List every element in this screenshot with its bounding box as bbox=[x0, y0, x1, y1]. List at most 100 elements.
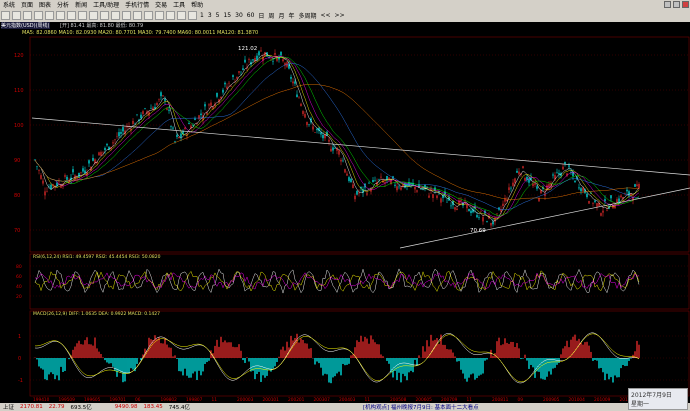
period-button-8[interactable]: 月 bbox=[278, 11, 284, 20]
rsi-line-0 bbox=[34, 268, 640, 294]
menu-item-4[interactable]: 新闻 bbox=[75, 0, 87, 9]
candle-body bbox=[256, 55, 258, 60]
toolbar-icon-11[interactable] bbox=[122, 11, 131, 20]
toolbar: 1 3 5 15 30 60 日周月年多周期 << >> bbox=[0, 9, 690, 23]
candle-body bbox=[252, 59, 254, 61]
candle-body bbox=[466, 204, 468, 209]
toolbar-icon-2[interactable] bbox=[23, 11, 32, 20]
toolbar-icon-15[interactable] bbox=[166, 11, 175, 20]
candle-body bbox=[168, 109, 170, 111]
period-button-9[interactable]: 年 bbox=[288, 11, 294, 20]
candle-body bbox=[316, 128, 318, 131]
maximize-button[interactable] bbox=[673, 1, 680, 8]
candle-body bbox=[44, 191, 46, 196]
candle-body bbox=[508, 187, 510, 191]
candle-body bbox=[564, 161, 566, 164]
candle-body bbox=[280, 51, 282, 56]
close-button[interactable] bbox=[682, 1, 689, 8]
candle-body bbox=[244, 59, 246, 63]
candle-body bbox=[328, 139, 330, 142]
candle-body bbox=[606, 210, 608, 211]
candle-body bbox=[258, 51, 260, 56]
period-button-1[interactable]: 3 bbox=[208, 12, 212, 19]
stock-chart[interactable]: 120110100908070121.0270.69RSI(6,12,24) R… bbox=[0, 31, 690, 403]
candle-body bbox=[100, 152, 102, 156]
toolbar-icon-5[interactable] bbox=[56, 11, 65, 20]
period-button-6[interactable]: 日 bbox=[258, 11, 264, 20]
instrument-title[interactable]: 美元指数(USD)(周线) bbox=[1, 22, 50, 29]
candle-body bbox=[496, 213, 498, 214]
candle-body bbox=[42, 180, 44, 184]
candle-body bbox=[450, 205, 452, 207]
menu-item-9[interactable]: 帮助 bbox=[191, 0, 203, 9]
candle-body bbox=[98, 152, 100, 156]
candle-body bbox=[180, 133, 182, 138]
toolbar-icon-17[interactable] bbox=[188, 11, 197, 20]
toolbar-icon-14[interactable] bbox=[155, 11, 164, 20]
toolbar-icon-7[interactable] bbox=[78, 11, 87, 20]
toolbar-icon-4[interactable] bbox=[45, 11, 54, 20]
candle-body bbox=[314, 132, 316, 133]
candle-body bbox=[586, 193, 588, 198]
period-button-0[interactable]: 1 bbox=[200, 12, 204, 19]
candle-body bbox=[178, 137, 180, 139]
menu-item-1[interactable]: 页面 bbox=[21, 0, 33, 9]
candle-body bbox=[446, 202, 448, 203]
toolbar-icon-13[interactable] bbox=[144, 11, 153, 20]
menu-item-2[interactable]: 图表 bbox=[39, 0, 51, 9]
candle-body bbox=[518, 171, 520, 175]
period-button-4[interactable]: 30 bbox=[235, 12, 243, 19]
candle-body bbox=[532, 183, 534, 187]
candle-body bbox=[292, 81, 294, 84]
rsi-tick-0: 80 bbox=[16, 264, 22, 270]
toolbar-icon-0[interactable] bbox=[1, 11, 10, 20]
menu-item-3[interactable]: 分析 bbox=[57, 0, 69, 9]
candle-body bbox=[562, 166, 564, 170]
toolbar-icon-1[interactable] bbox=[12, 11, 21, 20]
candle-body bbox=[544, 193, 546, 197]
menu-item-6[interactable]: 手机行情 bbox=[125, 0, 149, 9]
period-button-5[interactable]: 60 bbox=[247, 12, 255, 19]
candle-body bbox=[164, 98, 166, 101]
candle-body bbox=[588, 200, 590, 204]
toolbar-extra-1[interactable]: << bbox=[320, 12, 330, 19]
news-ticker[interactable]: [机构观点] 福州晚报7月9日: 基本面十二大看点 bbox=[363, 403, 479, 411]
candle-body bbox=[158, 99, 160, 100]
toolbar-icon-9[interactable] bbox=[100, 11, 109, 20]
period-button-2[interactable]: 5 bbox=[216, 12, 220, 19]
candle-body bbox=[72, 169, 74, 173]
ma-line-3 bbox=[34, 56, 640, 216]
toolbar-icon-10[interactable] bbox=[111, 11, 120, 20]
candle-body bbox=[224, 82, 226, 85]
candle-body bbox=[298, 97, 300, 99]
candle-body bbox=[136, 114, 138, 115]
menu-item-5[interactable]: 工具/助理 bbox=[93, 0, 119, 9]
candle-body bbox=[468, 209, 470, 212]
toolbar-icon-3[interactable] bbox=[34, 11, 43, 20]
candle-body bbox=[150, 108, 152, 109]
ma-line-2 bbox=[34, 55, 640, 218]
menu-item-0[interactable]: 系统 bbox=[3, 0, 15, 9]
period-button-7[interactable]: 周 bbox=[268, 11, 274, 20]
candle-body bbox=[620, 195, 622, 198]
candle-body bbox=[58, 181, 60, 183]
menu-item-7[interactable]: 交易 bbox=[155, 0, 167, 9]
toolbar-extra-2[interactable]: >> bbox=[335, 12, 345, 19]
candle-body bbox=[290, 76, 292, 79]
period-button-3[interactable]: 15 bbox=[223, 12, 231, 19]
candle-body bbox=[340, 159, 342, 162]
menu-item-8[interactable]: 工具 bbox=[173, 0, 185, 9]
candle-body bbox=[348, 177, 350, 182]
candle-body bbox=[596, 203, 598, 207]
toolbar-icon-12[interactable] bbox=[133, 11, 142, 20]
toolbar-icon-16[interactable] bbox=[177, 11, 186, 20]
candle-body bbox=[614, 206, 616, 209]
toolbar-icon-6[interactable] bbox=[67, 11, 76, 20]
candle-body bbox=[492, 221, 494, 225]
toolbar-icon-8[interactable] bbox=[89, 11, 98, 20]
candle-body bbox=[142, 111, 144, 114]
candle-body bbox=[174, 141, 176, 142]
toolbar-extra-0[interactable]: 多周期 bbox=[298, 11, 316, 20]
minimize-button[interactable] bbox=[664, 1, 671, 8]
index2-amount: 745.4亿 bbox=[168, 405, 191, 411]
